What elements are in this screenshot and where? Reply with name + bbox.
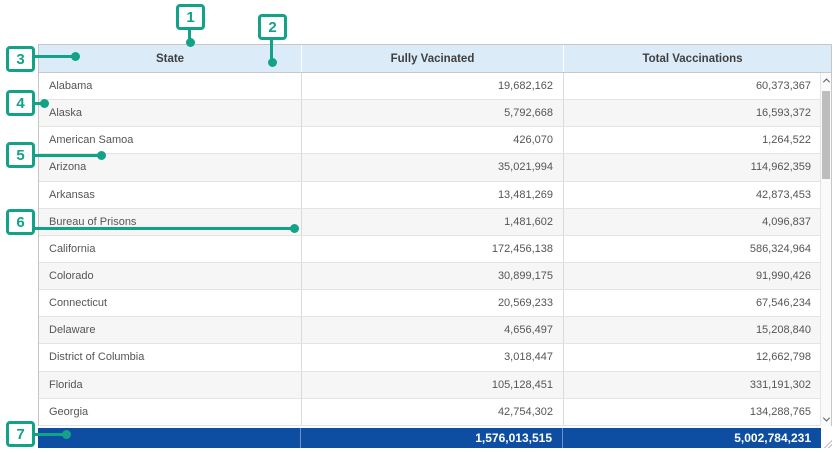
total-vaccinations-cell: 114,962,359 xyxy=(563,154,821,180)
callout-3-dot xyxy=(71,52,80,61)
state-cell: Arizona xyxy=(39,154,301,180)
callout-2: 2 xyxy=(258,14,287,40)
state-cell: California xyxy=(39,236,301,262)
table-row[interactable]: District of Columbia 3,018,447 12,662,79… xyxy=(39,344,821,371)
table-row[interactable]: Arizona 35,021,994 114,962,359 xyxy=(39,154,821,181)
total-vaccinations-cell: 67,546,234 xyxy=(563,290,821,316)
total-vaccinations-cell: 42,873,453 xyxy=(563,182,821,208)
totals-row: 1,576,013,515 5,002,784,231 xyxy=(38,428,821,448)
fully-vaccinated-cell: 19,682,162 xyxy=(301,73,563,99)
state-cell: Georgia xyxy=(39,399,301,425)
fully-vaccinated-cell: 30,899,175 xyxy=(301,263,563,289)
resize-grip-icon[interactable] xyxy=(822,437,832,448)
scroll-down-button[interactable] xyxy=(821,412,831,426)
screenshot-root: State Fully Vacinated Total Vaccinations… xyxy=(0,0,833,453)
callout-7-line xyxy=(34,433,65,436)
total-vaccinations-cell: 16,593,372 xyxy=(563,100,821,126)
totals-state-cell xyxy=(38,428,300,448)
fully-vaccinated-cell: 35,021,994 xyxy=(301,154,563,180)
total-vaccinations-cell: 60,373,367 xyxy=(563,73,821,99)
table-row[interactable]: Colorado 30,899,175 91,990,426 xyxy=(39,263,821,290)
table-row[interactable]: Alabama 19,682,162 60,373,367 xyxy=(39,73,821,100)
scrollbar-thumb[interactable] xyxy=(822,91,830,179)
callout-6: 6 xyxy=(6,209,35,235)
fully-vaccinated-cell: 42,754,302 xyxy=(301,399,563,425)
table-row[interactable]: Alaska 5,792,668 16,593,372 xyxy=(39,100,821,127)
fully-vaccinated-cell: 4,656,497 xyxy=(301,317,563,343)
callout-3-line xyxy=(34,55,74,58)
fully-vaccinated-cell: 13,481,269 xyxy=(301,182,563,208)
callout-1-dot xyxy=(186,38,195,47)
total-vaccinations-cell: 1,264,522 xyxy=(563,127,821,153)
state-cell: Bureau of Prisons xyxy=(39,209,301,235)
table-body: Alabama 19,682,162 60,373,367 Alaska 5,7… xyxy=(39,73,821,426)
state-cell: Delaware xyxy=(39,317,301,343)
table-header-row: State Fully Vacinated Total Vaccinations xyxy=(39,45,831,73)
fully-vaccinated-cell: 5,792,668 xyxy=(301,100,563,126)
callout-1: 1 xyxy=(176,4,205,30)
fully-vaccinated-cell: 105,128,451 xyxy=(301,372,563,398)
total-vaccinations-cell: 586,324,964 xyxy=(563,236,821,262)
scroll-up-button[interactable] xyxy=(821,73,831,87)
callout-6-line xyxy=(34,227,292,230)
totals-total-vaccinations: 5,002,784,231 xyxy=(562,428,821,448)
callout-4-dot xyxy=(40,99,49,108)
callout-5: 5 xyxy=(6,142,35,168)
total-vaccinations-cell: 4,096,837 xyxy=(563,209,821,235)
fully-vaccinated-cell: 20,569,233 xyxy=(301,290,563,316)
total-vaccinations-cell: 12,662,798 xyxy=(563,344,821,370)
fully-vaccinated-cell: 426,070 xyxy=(301,127,563,153)
total-vaccinations-cell: 15,208,840 xyxy=(563,317,821,343)
total-vaccinations-cell: 331,191,302 xyxy=(563,372,821,398)
state-cell: Alabama xyxy=(39,73,301,99)
table-row[interactable]: Arkansas 13,481,269 42,873,453 xyxy=(39,182,821,209)
vertical-scrollbar[interactable] xyxy=(820,73,831,426)
callout-2-dot xyxy=(268,58,277,67)
totals-fully-vaccinated: 1,576,013,515 xyxy=(300,428,562,448)
table-row[interactable]: Georgia 42,754,302 134,288,765 xyxy=(39,399,821,426)
callout-2-line xyxy=(270,40,273,60)
state-cell: American Samoa xyxy=(39,127,301,153)
state-cell: District of Columbia xyxy=(39,344,301,370)
table-row[interactable]: Florida 105,128,451 331,191,302 xyxy=(39,372,821,399)
total-vaccinations-cell: 91,990,426 xyxy=(563,263,821,289)
callout-4: 4 xyxy=(6,90,35,116)
state-cell: Florida xyxy=(39,372,301,398)
fully-vaccinated-cell: 1,481,602 xyxy=(301,209,563,235)
column-header-total-vaccinations[interactable]: Total Vaccinations xyxy=(563,45,821,72)
total-vaccinations-cell: 134,288,765 xyxy=(563,399,821,425)
vaccination-table: State Fully Vacinated Total Vaccinations… xyxy=(38,44,832,426)
callout-7-dot xyxy=(62,430,71,439)
state-cell: Connecticut xyxy=(39,290,301,316)
callout-3: 3 xyxy=(6,46,35,72)
fully-vaccinated-cell: 172,456,138 xyxy=(301,236,563,262)
fully-vaccinated-cell: 3,018,447 xyxy=(301,344,563,370)
state-cell: Alaska xyxy=(39,100,301,126)
callout-5-line xyxy=(34,154,100,157)
table-row[interactable]: American Samoa 426,070 1,264,522 xyxy=(39,127,821,154)
chevron-up-icon xyxy=(822,78,829,85)
callout-6-dot xyxy=(290,224,299,233)
state-cell: Colorado xyxy=(39,263,301,289)
table-row[interactable]: Connecticut 20,569,233 67,546,234 xyxy=(39,290,821,317)
table-row[interactable]: Bureau of Prisons 1,481,602 4,096,837 xyxy=(39,209,821,236)
table-row[interactable]: California 172,456,138 586,324,964 xyxy=(39,236,821,263)
table-row[interactable]: Delaware 4,656,497 15,208,840 xyxy=(39,317,821,344)
callout-7: 7 xyxy=(6,421,35,447)
column-header-fully-vaccinated[interactable]: Fully Vacinated xyxy=(301,45,563,72)
state-cell: Arkansas xyxy=(39,182,301,208)
callout-5-dot xyxy=(97,151,106,160)
chevron-down-icon xyxy=(822,414,829,421)
